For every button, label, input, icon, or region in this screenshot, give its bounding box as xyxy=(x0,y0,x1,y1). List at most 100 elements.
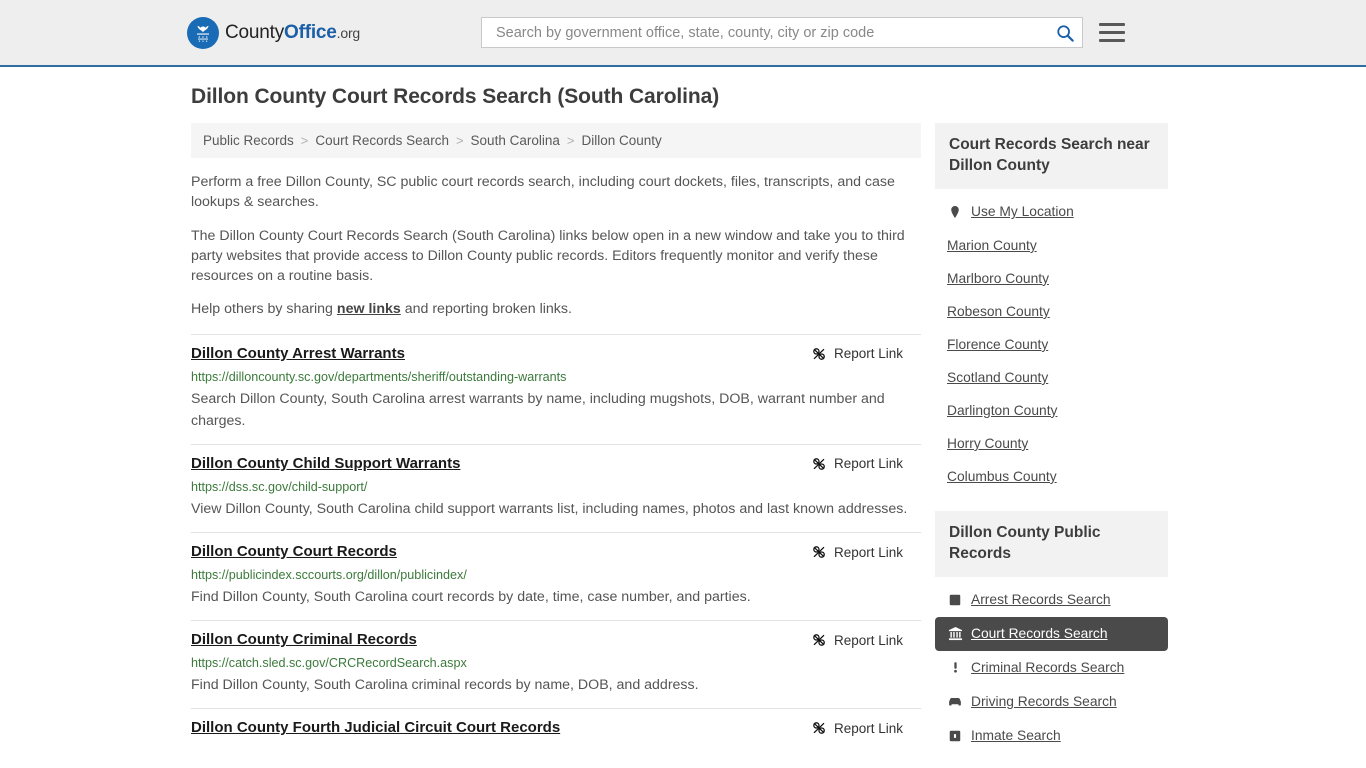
sidebar-item-marion-county[interactable]: Marion County xyxy=(935,229,1168,262)
broken-link-icon xyxy=(813,546,825,558)
sidebar-item-label: Criminal Records Search xyxy=(971,660,1125,676)
report-link-label: Report Link xyxy=(833,544,903,560)
report-link-label: Report Link xyxy=(833,632,903,648)
breadcrumb-item-south-carolina[interactable]: South Carolina xyxy=(471,133,560,148)
intro-paragraph-1: Perform a free Dillon County, SC public … xyxy=(191,174,895,211)
sidebar-item-driving-records-search[interactable]: Driving Records Search xyxy=(935,685,1168,719)
page-title: Dillon County Court Records Search (Sout… xyxy=(191,85,720,108)
sidebar-item-arrest-records-search[interactable]: Arrest Records Search xyxy=(935,583,1168,617)
broken-link-icon xyxy=(813,347,825,360)
public-records-card-heading: Dillon County Public Records xyxy=(935,510,1168,577)
sidebar-item-inmate-search[interactable]: Inmate Search xyxy=(935,719,1168,753)
report-link-label: Report Link xyxy=(833,456,903,472)
search-input[interactable] xyxy=(494,23,1056,42)
report-link-button[interactable]: Report Link xyxy=(811,543,903,560)
intro-paragraph-3: Help others by sharing new links and rep… xyxy=(191,299,921,319)
sidebar-item-label: Marlboro County xyxy=(947,270,1049,286)
search-icon[interactable] xyxy=(1056,24,1074,42)
report-link-label: Report Link xyxy=(833,346,903,362)
nearby-court-records-card: Court Records Search near Dillon County … xyxy=(935,123,1168,493)
result-item: Dillon County Arrest Warrants Report Lin… xyxy=(191,333,921,444)
intro-paragraph-3-before: Help others by sharing xyxy=(191,301,337,318)
sidebar-item-label: Arrest Records Search xyxy=(971,592,1111,608)
sidebar-item-court-records-search[interactable]: Court Records Search xyxy=(935,616,1168,651)
sidebar-item-label: Florence County xyxy=(947,336,1049,352)
sidebar-item-scotland-county[interactable]: Scotland County xyxy=(935,361,1168,394)
sidebar-item-darlington-county[interactable]: Darlington County xyxy=(935,394,1168,427)
result-url: https://dilloncounty.sc.gov/departments/… xyxy=(191,369,567,384)
report-link-button[interactable]: Report Link xyxy=(811,719,903,736)
breadcrumb: Public Records > Court Records Search > … xyxy=(191,123,921,158)
report-link-label: Report Link xyxy=(833,720,903,736)
report-link-button[interactable]: Report Link xyxy=(811,631,903,648)
broken-link-icon xyxy=(813,722,825,735)
sidebar-item-columbus-county[interactable]: Columbus County xyxy=(935,460,1168,493)
breadcrumb-item-public-records[interactable]: Public Records xyxy=(203,133,294,148)
broken-link-icon xyxy=(813,458,825,470)
new-links-link[interactable]: new links xyxy=(337,301,401,317)
result-item: Dillon County Court Records Report Link … xyxy=(191,532,921,620)
breadcrumb-item-dillon-county[interactable]: Dillon County xyxy=(581,133,661,148)
result-description: View Dillon County, South Carolina child… xyxy=(191,501,908,517)
map-pin-icon xyxy=(947,204,963,220)
sidebar-item-label: Scotland County xyxy=(947,369,1049,385)
broken-link-icon xyxy=(813,634,825,646)
report-link-button[interactable]: Report Link xyxy=(811,455,903,472)
sidebar-item-criminal-records-search[interactable]: Criminal Records Search xyxy=(935,651,1168,685)
result-description: Find Dillon County, South Carolina crimi… xyxy=(191,677,699,694)
result-item: Dillon County Criminal Records Report Li… xyxy=(191,620,921,708)
page-body: Dillon County Court Records Search (Sout… xyxy=(183,67,1183,768)
result-url: https://dss.sc.gov/child-support/ xyxy=(191,479,368,494)
main-column: Public Records > Court Records Search > … xyxy=(191,123,921,750)
result-description: Search Dillon County, South Carolina arr… xyxy=(191,390,885,429)
logo-text-part3: .org xyxy=(336,24,361,41)
result-title-link[interactable]: Dillon County Court Records xyxy=(191,543,397,562)
intro-text: Perform a free Dillon County, SC public … xyxy=(191,172,921,320)
sidebar-item-label: Use My Location xyxy=(971,204,1074,220)
result-item: Dillon County Fourth Judicial Circuit Co… xyxy=(191,708,921,750)
report-link-button[interactable]: Report Link xyxy=(811,345,903,362)
result-title-link[interactable]: Dillon County Child Support Warrants xyxy=(191,455,460,474)
result-url: https://catch.sled.sc.gov/CRCRecordSearc… xyxy=(191,655,467,670)
site-header: CountyOffice.org xyxy=(0,0,1366,67)
result-description: Find Dillon County, South Carolina court… xyxy=(191,589,751,606)
sidebar-item-marlboro-county[interactable]: Marlboro County xyxy=(935,262,1168,295)
result-title-link[interactable]: Dillon County Fourth Judicial Circuit Co… xyxy=(191,719,560,738)
sidebar-item-label: Marion County xyxy=(947,237,1037,253)
public-records-links-list: Arrest Records Search Court Records Sear… xyxy=(935,577,1168,753)
nearby-card-heading: Court Records Search near Dillon County xyxy=(935,123,1168,189)
public-records-card: Dillon County Public Records Arrest Reco… xyxy=(935,510,1168,753)
jail-icon xyxy=(947,728,963,744)
breadcrumb-item-court-records-search[interactable]: Court Records Search xyxy=(315,133,449,148)
eagle-shield-logo-icon xyxy=(187,16,219,49)
car-icon xyxy=(947,694,963,710)
sidebar-item-label: Driving Records Search xyxy=(971,694,1117,710)
sidebar-item-label: Darlington County xyxy=(947,402,1058,418)
search-box[interactable] xyxy=(481,17,1083,48)
result-url: https://publicindex.sccourts.org/dillon/… xyxy=(191,567,467,582)
site-logo-text: CountyOffice.org xyxy=(225,22,360,44)
sidebar: Court Records Search near Dillon County … xyxy=(935,123,1168,768)
result-title-link[interactable]: Dillon County Criminal Records xyxy=(191,631,417,650)
breadcrumb-separator: > xyxy=(455,133,464,148)
exclamation-icon xyxy=(947,660,963,676)
breadcrumb-separator: > xyxy=(566,133,575,148)
search-area xyxy=(481,17,1125,48)
sidebar-item-label: Inmate Search xyxy=(971,728,1061,744)
sidebar-item-label: Robeson County xyxy=(947,303,1050,319)
intro-paragraph-2: The Dillon County Court Records Search (… xyxy=(191,227,905,285)
sidebar-item-horry-county[interactable]: Horry County xyxy=(935,427,1168,460)
intro-paragraph-3-after: and reporting broken links. xyxy=(400,301,572,318)
breadcrumb-separator: > xyxy=(300,133,309,148)
sidebar-item-florence-county[interactable]: Florence County xyxy=(935,328,1168,361)
courthouse-icon xyxy=(947,626,963,642)
sidebar-item-use-my-location[interactable]: Use My Location xyxy=(935,195,1168,229)
result-item: Dillon County Child Support Warrants Rep… xyxy=(191,443,921,532)
site-logo[interactable]: CountyOffice.org xyxy=(187,16,360,49)
sidebar-item-label: Horry County xyxy=(947,435,1029,451)
logo-text-part2: Office xyxy=(284,21,337,43)
hamburger-menu-icon[interactable] xyxy=(1099,23,1125,42)
result-title-link[interactable]: Dillon County Arrest Warrants xyxy=(191,345,405,364)
sidebar-item-robeson-county[interactable]: Robeson County xyxy=(935,295,1168,328)
logo-text-part1: County xyxy=(225,21,285,43)
